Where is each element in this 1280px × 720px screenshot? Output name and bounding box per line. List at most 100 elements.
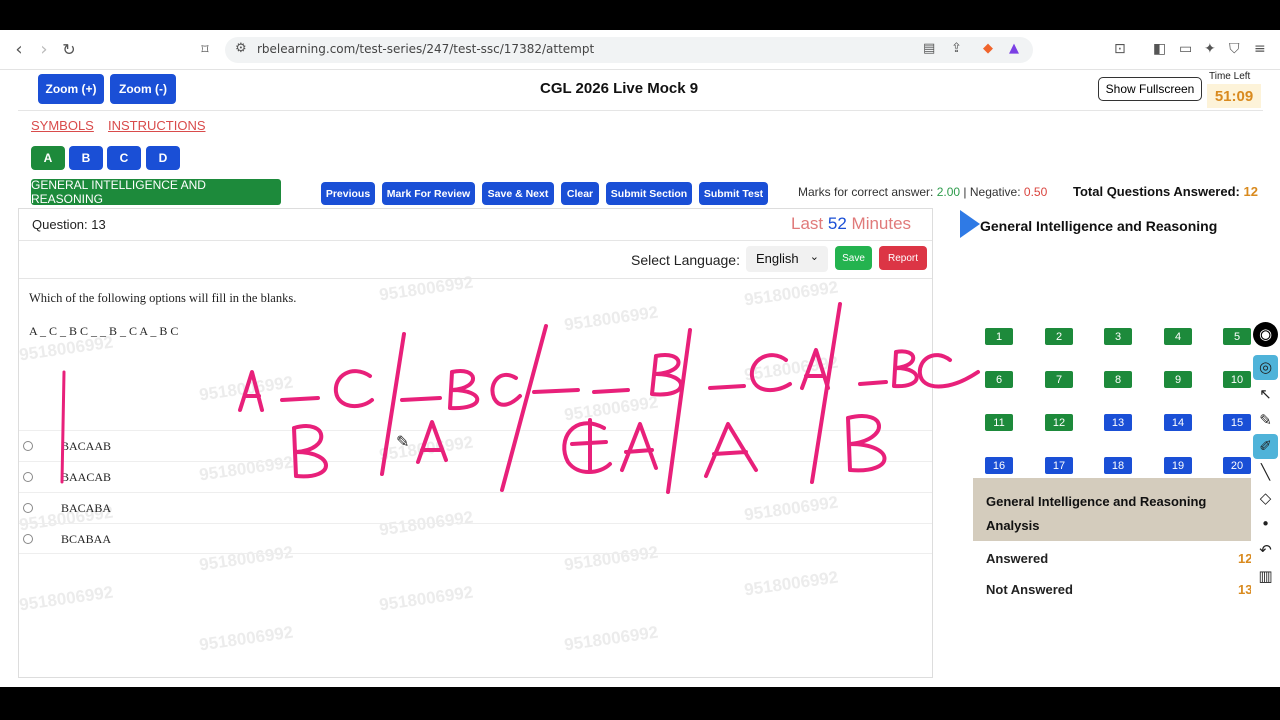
cursor-icon[interactable]: ↖ (1253, 382, 1278, 407)
report-button[interactable]: Report (879, 246, 927, 270)
sidebar-icon[interactable]: ◧ (1153, 41, 1166, 57)
question-palette-button[interactable]: 8 (1104, 371, 1132, 388)
submit-section-button[interactable]: Submit Section (606, 182, 692, 205)
marks-info: Marks for correct answer: 2.00 | Negativ… (798, 185, 1047, 199)
eye-icon[interactable]: ◎ (1253, 355, 1278, 380)
option-row[interactable]: BCABAA (19, 523, 932, 554)
option-row[interactable]: BACABA (19, 492, 932, 523)
option-text: BAACAB (61, 470, 112, 484)
vpn-icon[interactable]: ⛉ (1229, 41, 1240, 57)
language-select[interactable]: English ⌄ (746, 246, 828, 272)
option-letter-b[interactable]: B (69, 146, 103, 170)
watermark: 9518006992 (563, 392, 660, 425)
address-bar[interactable]: ⚙ rbelearning.com/test-series/247/test-s… (225, 37, 1033, 63)
marks-negative-value: 0.50 (1023, 185, 1048, 199)
marks-correct-label: Marks for correct answer: (798, 185, 934, 199)
question-palette-button[interactable]: 16 (985, 457, 1013, 474)
rewards-icon[interactable]: ▲ (1009, 41, 1019, 56)
question-palette-button[interactable]: 1 (985, 328, 1013, 345)
option-row[interactable]: BAACAB (19, 461, 932, 492)
watermark: 9518006992 (198, 622, 295, 655)
watermark: 9518006992 (563, 302, 660, 335)
symbols-link[interactable]: SYMBOLS (31, 118, 94, 133)
screen: ‹ › ↻ ⌑ ⚙ rbelearning.com/test-series/24… (0, 0, 1280, 720)
save-button[interactable]: Save (835, 246, 872, 270)
option-radio[interactable] (23, 534, 33, 544)
menu-icon[interactable]: ≡ (1254, 41, 1266, 57)
palette-title: General Intelligence and Reasoning (980, 218, 1218, 234)
question-palette-button[interactable]: 18 (1104, 457, 1132, 474)
question-palette-button[interactable]: 9 (1164, 371, 1192, 388)
eraser-icon[interactable]: ◇ (1253, 486, 1278, 511)
question-palette-button[interactable]: 13 (1104, 414, 1132, 431)
reader-icon[interactable]: ▤ (923, 41, 935, 56)
question-text: Which of the following options will fill… (29, 291, 297, 305)
question-panel: 9518006992 9518006992 9518006992 9518006… (18, 208, 933, 678)
question-palette-button[interactable]: 5 (1223, 328, 1251, 345)
section-arrow-icon (960, 210, 980, 238)
question-palette-button[interactable]: 4 (1164, 328, 1192, 345)
forward-icon[interactable]: › (34, 40, 54, 60)
question-palette-button[interactable]: 11 (985, 414, 1013, 431)
bookmark-icon[interactable]: ⌑ (195, 40, 215, 60)
question-palette-button[interactable]: 19 (1164, 457, 1192, 474)
analysis-title: General Intelligence and Reasoning Analy… (986, 494, 1207, 533)
site-info-icon[interactable]: ⚙ (235, 41, 247, 56)
pen-icon[interactable]: ✎ (1253, 408, 1278, 433)
reload-icon[interactable]: ↻ (59, 40, 79, 60)
question-palette-button[interactable]: 7 (1045, 371, 1073, 388)
pen-cursor-icon: ✎ (396, 432, 410, 451)
dot-icon[interactable]: • (1253, 512, 1278, 537)
question-palette-button[interactable]: 6 (985, 371, 1013, 388)
submit-test-button[interactable]: Submit Test (699, 182, 768, 205)
brave-shield-icon[interactable]: ◆ (983, 41, 993, 56)
option-radio[interactable] (23, 472, 33, 482)
option-text: BCABAA (61, 532, 112, 546)
option-radio[interactable] (23, 503, 33, 513)
tab-search-icon[interactable]: ⊡ (1114, 41, 1126, 57)
mark-for-review-button[interactable]: Mark For Review (382, 182, 475, 205)
option-row[interactable]: BACAAB (19, 430, 932, 461)
clear-button[interactable]: Clear (561, 182, 599, 205)
watermark: 9518006992 (743, 567, 840, 600)
annotation-app-icon[interactable]: ◉ (1253, 322, 1278, 347)
question-palette-button[interactable]: 10 (1223, 371, 1251, 388)
zoom-out-button[interactable]: Zoom (-) (110, 74, 176, 104)
option-letter-a[interactable]: A (31, 146, 65, 170)
previous-button[interactable]: Previous (321, 182, 375, 205)
wallet-icon[interactable]: ▭ (1179, 41, 1192, 57)
last-minutes-suffix: Minutes (851, 214, 912, 233)
section-tab[interactable]: GENERAL INTELLIGENCE AND REASONING (31, 178, 281, 206)
total-answered: Total Questions Answered: 12 (1073, 184, 1258, 199)
leo-icon[interactable]: ✦ (1204, 41, 1216, 57)
chevron-down-icon: ⌄ (809, 250, 819, 263)
question-sequence: A _ C _ B C _ _ B _ C A _ B C (29, 324, 179, 338)
option-text: BACAAB (61, 439, 112, 453)
back-icon[interactable]: ‹ (9, 40, 29, 60)
watermark: 9518006992 (18, 582, 115, 615)
question-palette-button[interactable]: 12 (1045, 414, 1073, 431)
option-letter-c[interactable]: C (107, 146, 141, 170)
zoom-in-button[interactable]: Zoom (+) (38, 74, 104, 104)
question-palette-button[interactable]: 15 (1223, 414, 1251, 431)
question-palette-button[interactable]: 2 (1045, 328, 1073, 345)
option-letter-d[interactable]: D (146, 146, 180, 170)
instructions-link[interactable]: INSTRUCTIONS (108, 118, 206, 133)
trash-icon[interactable]: ▥ (1253, 564, 1278, 589)
last-minutes-value: 52 (827, 214, 847, 233)
undo-icon[interactable]: ↶ (1253, 538, 1278, 563)
question-palette-button[interactable]: 3 (1104, 328, 1132, 345)
share-icon[interactable]: ⇪ (951, 41, 962, 56)
option-radio[interactable] (23, 441, 33, 451)
question-palette-button[interactable]: 17 (1045, 457, 1073, 474)
total-answered-value: 12 (1243, 184, 1258, 199)
last-minutes-prefix: Last (791, 214, 824, 233)
watermark: 9518006992 (378, 582, 475, 615)
show-fullscreen-button[interactable]: Show Fullscreen (1098, 77, 1202, 101)
highlighter-icon[interactable]: ✐ (1253, 434, 1278, 459)
question-palette-button[interactable]: 20 (1223, 457, 1251, 474)
save-next-button[interactable]: Save & Next (482, 182, 554, 205)
drawing-toolbar: ◉ ◎ ↖ ✎ ✐ ╲ ◇ • ↶ ▥ (1251, 322, 1280, 687)
line-icon[interactable]: ╲ (1253, 460, 1278, 485)
question-palette-button[interactable]: 14 (1164, 414, 1192, 431)
